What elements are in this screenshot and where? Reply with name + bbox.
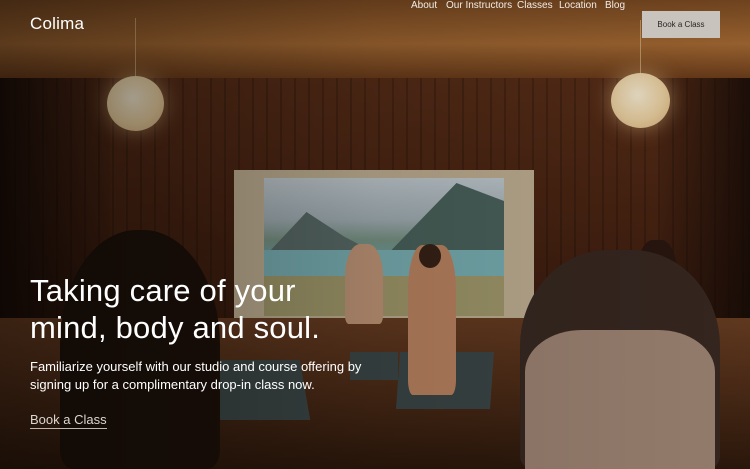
nav-link-our-instructors[interactable]: Our Instructors xyxy=(446,0,512,11)
hero-section: Colima About Our Instructors Classes Loc… xyxy=(0,0,750,469)
hero-headline: Taking care of your mind, body and soul. xyxy=(30,273,321,345)
book-a-class-link[interactable]: Book a Class xyxy=(30,412,107,429)
nav-link-about[interactable]: About xyxy=(411,0,437,11)
hero-background-image xyxy=(0,0,750,469)
site-header: Colima About Our Instructors Classes Loc… xyxy=(0,0,750,50)
nav-link-blog[interactable]: Blog xyxy=(605,0,625,11)
image-overlay xyxy=(0,0,750,469)
hero-subtext: Familiarize yourself with our studio and… xyxy=(30,359,362,392)
site-logo[interactable]: Colima xyxy=(30,14,84,34)
nav-link-location[interactable]: Location xyxy=(559,0,597,11)
nav-link-classes[interactable]: Classes xyxy=(517,0,553,11)
book-a-class-button[interactable]: Book a Class xyxy=(642,11,720,38)
